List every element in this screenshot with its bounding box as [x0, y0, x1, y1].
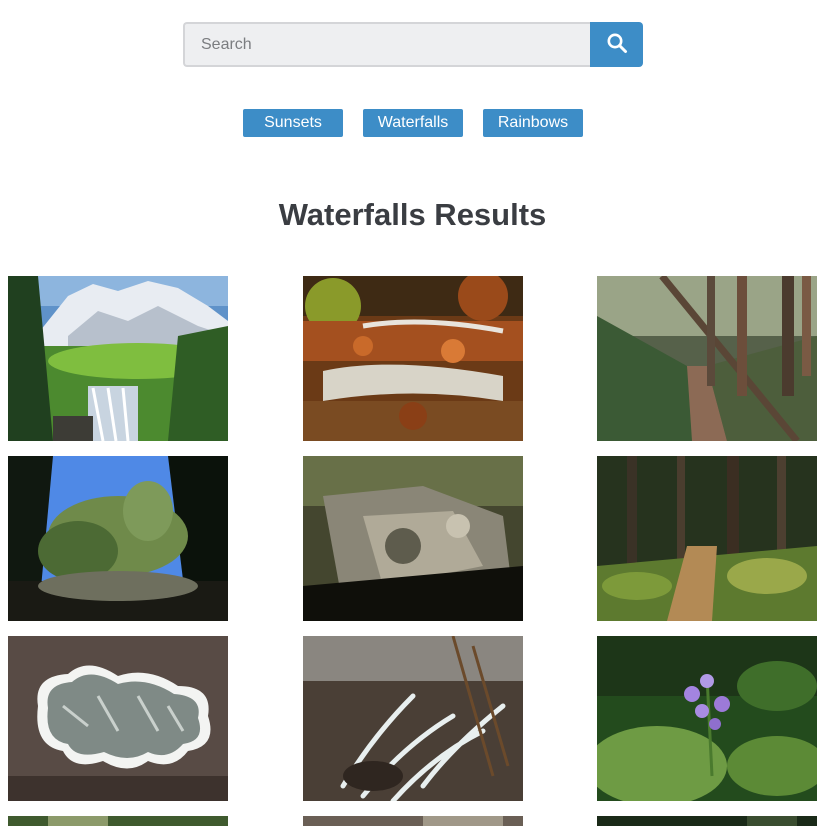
result-image-lichen-rock[interactable] — [8, 636, 228, 801]
result-image-autumn-cascade[interactable] — [303, 276, 523, 441]
filter-sunsets-button[interactable]: Sunsets — [243, 109, 343, 137]
result-image-purple-wildflower[interactable] — [597, 636, 817, 801]
result-image-mossy-rock[interactable] — [303, 456, 523, 621]
filter-rainbows-button[interactable]: Rainbows — [483, 109, 583, 137]
result-image-white-lichen-twigs[interactable] — [303, 636, 523, 801]
results-title: Waterfalls Results — [278, 197, 547, 232]
search-input[interactable] — [183, 22, 590, 67]
search-button[interactable] — [590, 22, 643, 67]
search-icon — [606, 32, 628, 57]
search-bar — [183, 22, 643, 67]
result-image-sunlit-trail[interactable] — [597, 456, 817, 621]
result-image-trees-blue-sky[interactable] — [8, 456, 228, 621]
result-image-forest-trail-logs[interactable] — [597, 276, 817, 441]
result-image-mountain-waterfall[interactable] — [8, 276, 228, 441]
filter-waterfalls-button[interactable]: Waterfalls — [363, 109, 463, 137]
